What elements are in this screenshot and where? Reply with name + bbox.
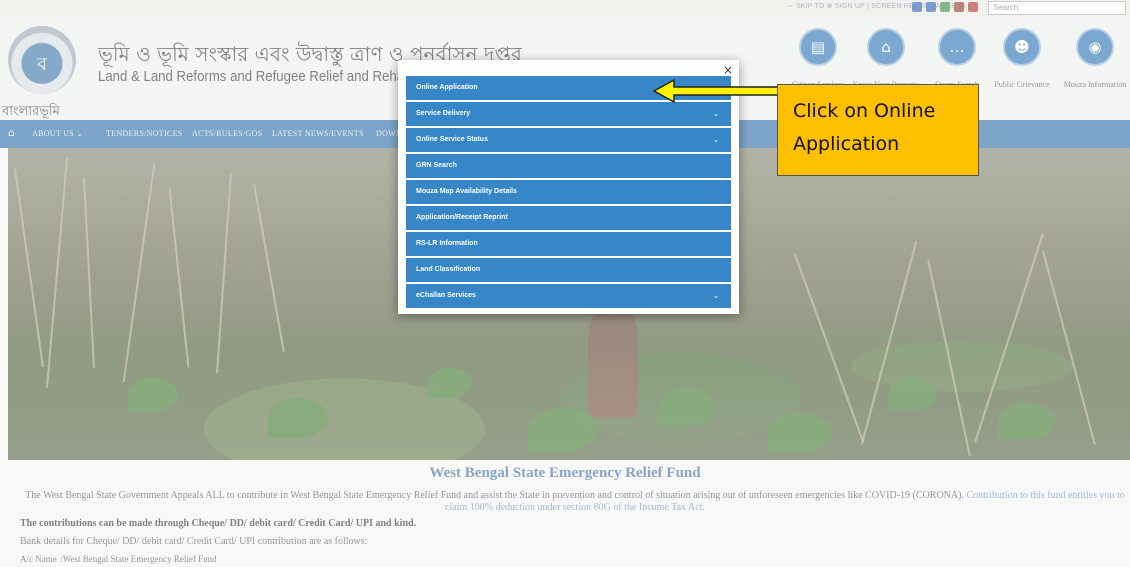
menu-item-grn-search[interactable]: GRN Search [406,154,731,178]
annotation-arrow-icon [652,78,779,104]
menu-item-echallan-services[interactable]: eChallan Services ⌄ [406,284,731,308]
instruction-callout: Click on Online Application [777,84,979,176]
menu-item-rs-lr-information[interactable]: RS-LR Information [406,232,731,256]
chevron-down-icon: ⌄ [713,110,719,118]
menu-item-service-delivery[interactable]: Service Delivery ⌄ [406,102,731,126]
services-menu: Online Application Service Delivery ⌄ Onl… [406,76,731,310]
menu-item-land-classification[interactable]: Land Classification [406,258,731,282]
menu-item-online-service-status[interactable]: Online Service Status ⌄ [406,128,731,152]
callout-text: Click on Online Application [793,100,936,155]
chevron-down-icon: ⌄ [713,136,719,144]
chevron-down-icon: ⌄ [713,292,719,300]
menu-item-mouza-map[interactable]: Mouza Map Availability Details [406,180,731,204]
close-icon[interactable]: × [723,63,733,77]
menu-item-receipt-reprint[interactable]: Application/Receipt Reprint [406,206,731,230]
